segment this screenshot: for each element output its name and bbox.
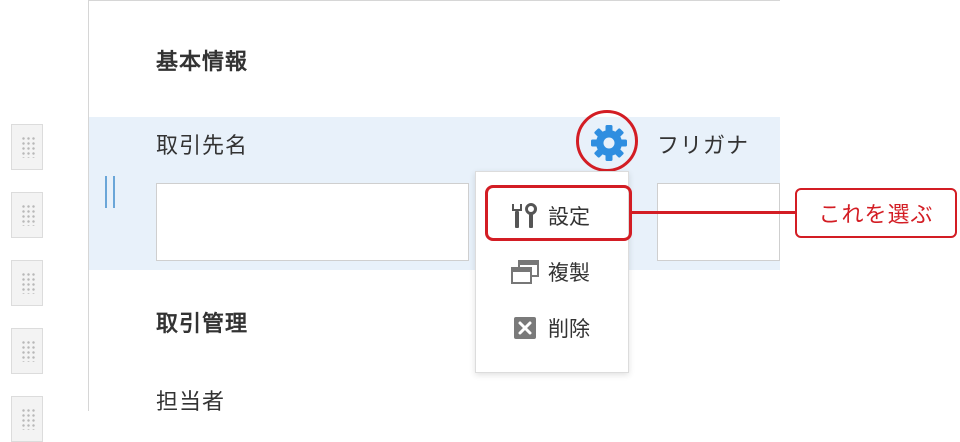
client-name-input[interactable]	[156, 183, 469, 261]
palette-item[interactable]	[11, 192, 43, 238]
menu-item-delete[interactable]: 削除	[476, 304, 628, 352]
menu-item-delete-label: 削除	[548, 317, 590, 341]
drag-dots-icon	[21, 272, 35, 294]
drag-handle-icon[interactable]	[105, 176, 115, 208]
field-label-client-name: 取引先名	[156, 134, 249, 159]
palette-item[interactable]	[11, 328, 43, 374]
duplicate-icon	[510, 259, 540, 285]
section-title-transaction-management: 取引管理	[156, 312, 249, 337]
drag-dots-icon	[21, 136, 35, 158]
palette-item[interactable]	[11, 396, 43, 442]
drag-dots-icon	[21, 340, 35, 362]
menu-item-duplicate-label: 複製	[548, 261, 590, 285]
menu-item-duplicate[interactable]: 複製	[476, 248, 628, 296]
field-label-person-in-charge: 担当者	[156, 390, 226, 415]
furigana-input[interactable]	[657, 183, 780, 261]
settings-highlight-box	[485, 185, 632, 241]
palette-item[interactable]	[11, 124, 43, 170]
callout-connector-line	[632, 211, 796, 214]
gear-highlight-circle	[576, 110, 638, 172]
section-title-basic-info: 基本情報	[156, 50, 249, 75]
drag-dots-icon	[21, 204, 35, 226]
drag-dots-icon	[21, 408, 35, 430]
palette-item[interactable]	[11, 260, 43, 306]
delete-icon	[510, 315, 540, 341]
callout-label: これを選ぶ	[795, 188, 957, 238]
field-label-furigana: フリガナ	[657, 134, 750, 159]
